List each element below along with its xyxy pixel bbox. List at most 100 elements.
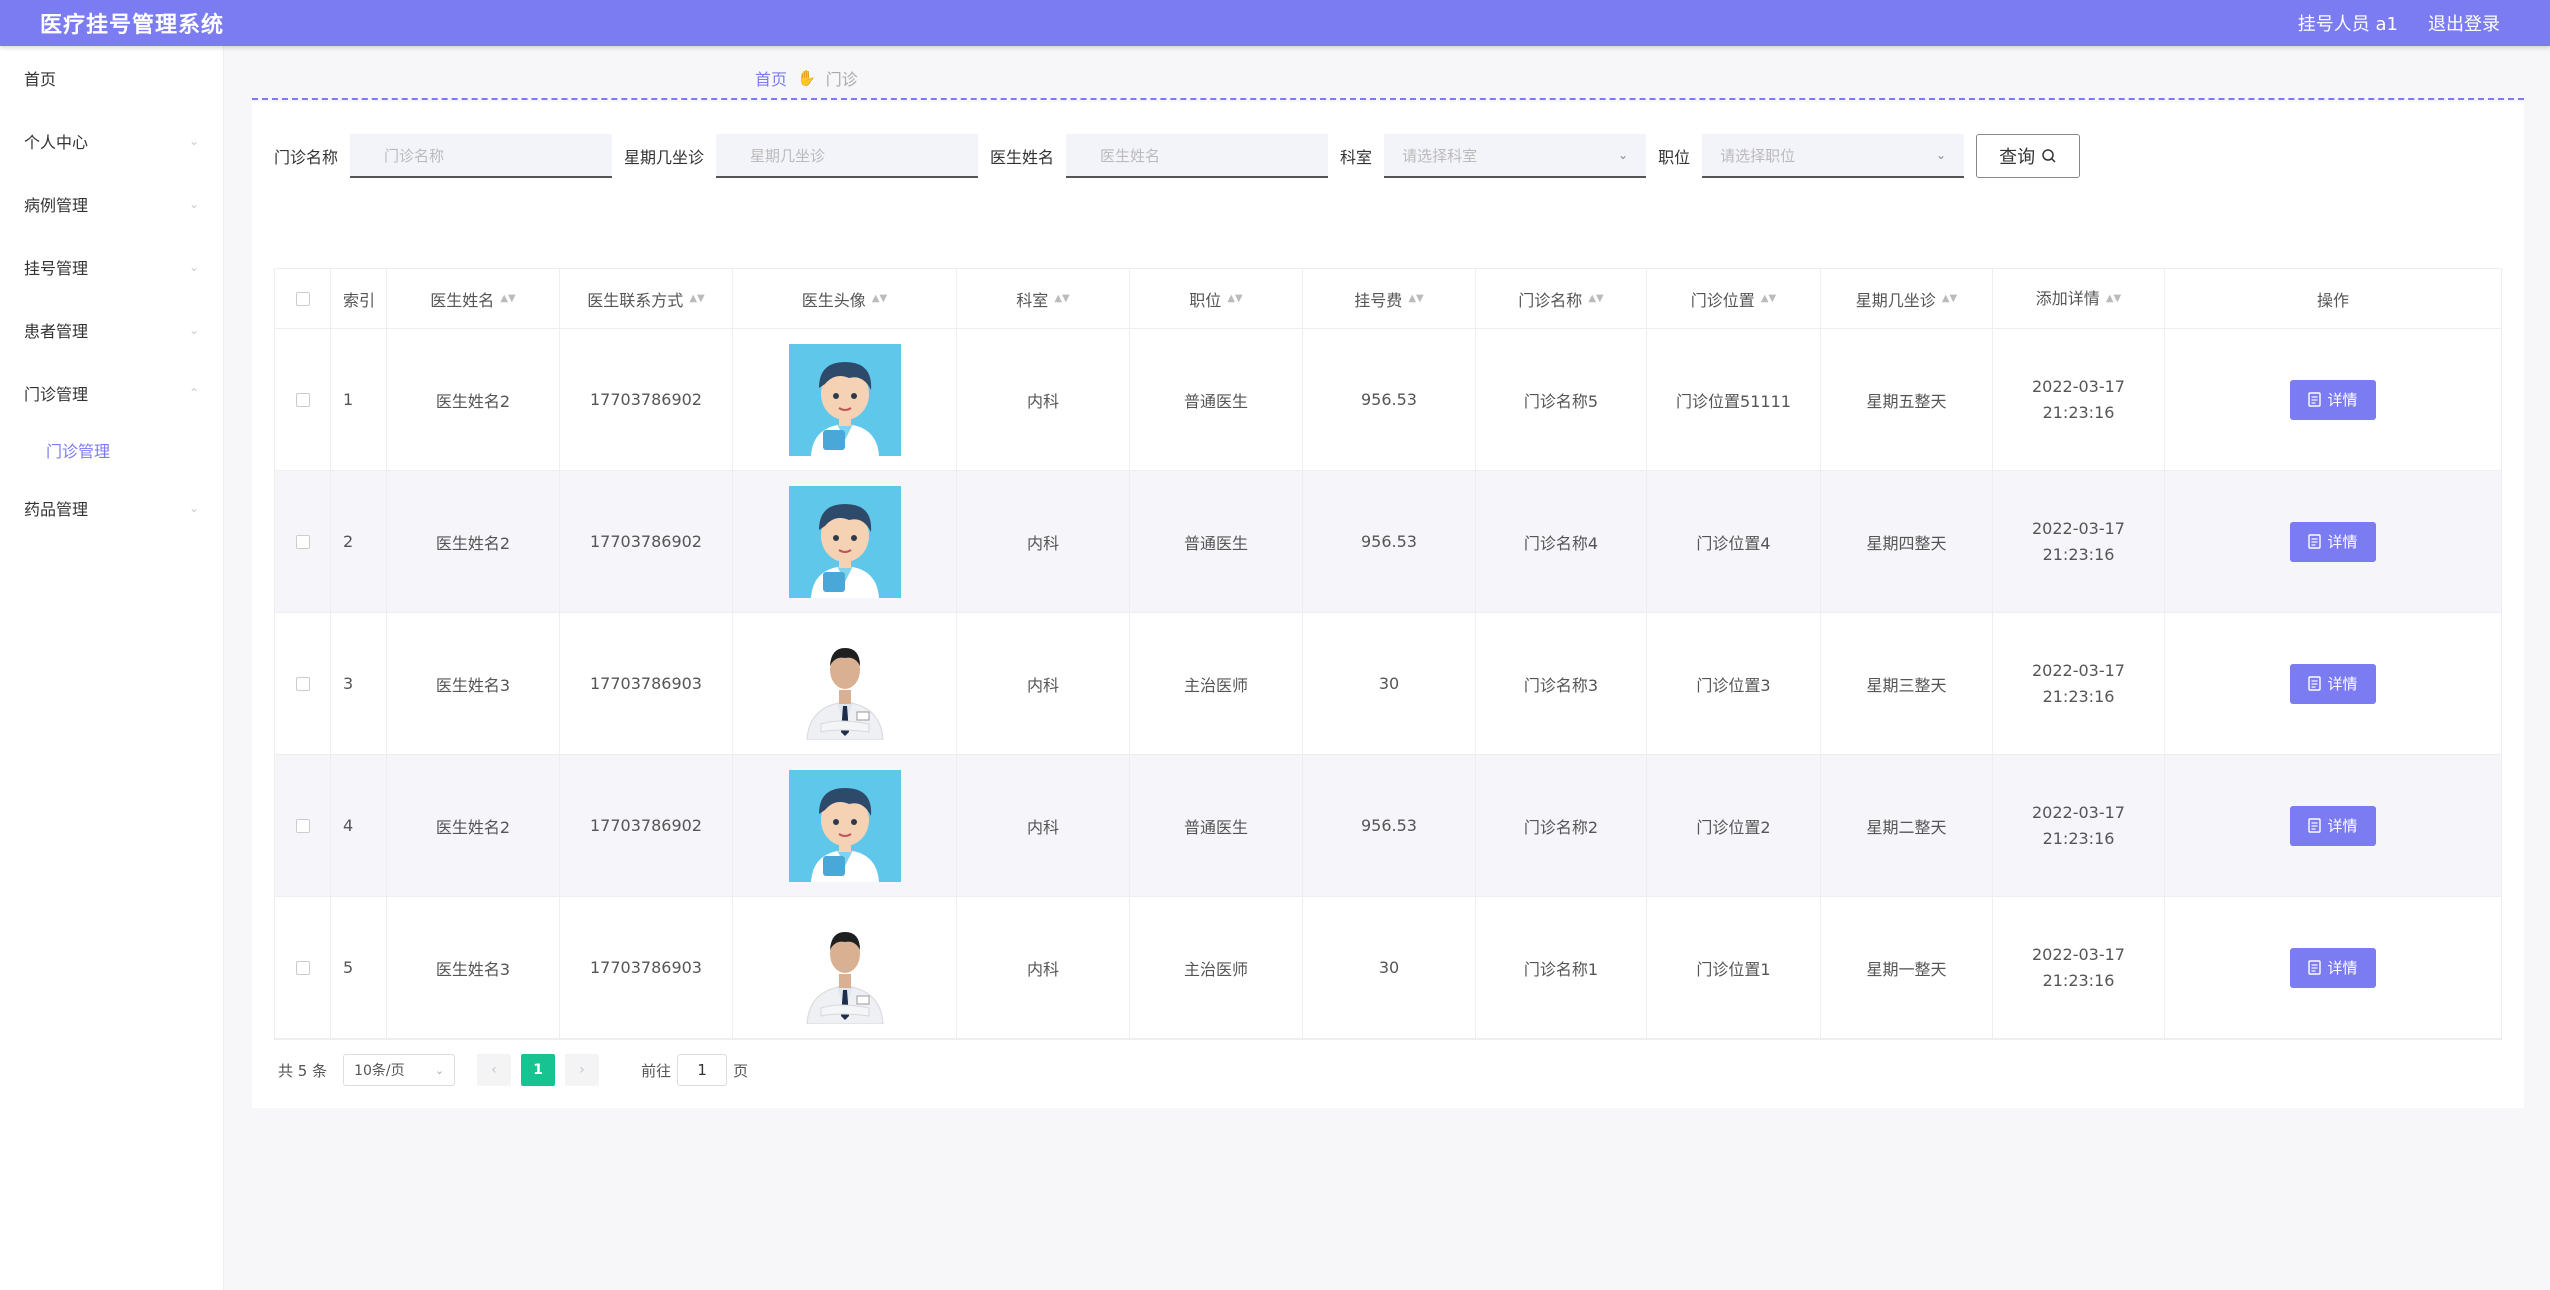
header-avatar[interactable]: 医生头像 ▲▼ [733,269,957,328]
cell-weekday: 星期二整天 [1821,755,1993,896]
row-checkbox[interactable] [295,818,310,833]
header-name[interactable]: 医生姓名 ▲▼ [387,269,560,328]
sort-icon[interactable]: ▲▼ [689,293,704,304]
cell-index: 2 [331,471,387,612]
doctor-avatar [788,343,901,456]
cell-fee: 30 [1303,613,1476,754]
sort-icon[interactable]: ▲▼ [1942,293,1957,304]
doctor-name-placeholder: 医生姓名 [1100,146,1161,165]
detail-button[interactable]: 详情 [2290,947,2376,988]
cell-avatar [733,329,957,470]
sidebar-item-case-management[interactable]: 病例管理 ⌄ [0,172,223,235]
clinic-name-input[interactable]: 门诊名称 [350,134,613,178]
cell-operation: 详情 [2165,471,2501,612]
row-checkbox[interactable] [295,534,310,549]
query-button[interactable]: 查询 [1976,134,2081,178]
position-placeholder: 请选择职位 [1720,146,1796,165]
cell-position: 普通医生 [1130,471,1303,612]
chevron-down-icon: ⌄ [188,196,199,211]
header-weekday[interactable]: 星期几坐诊 ▲▼ [1821,269,1993,328]
doctor-name-label: 医生姓名 [990,148,1055,167]
sidebar-item-clinic-management[interactable]: 门诊管理 ⌃ [0,361,223,424]
header-clinic-name-label: 门诊名称 [1518,290,1583,310]
header-clinic-name[interactable]: 门诊名称 ▲▼ [1476,269,1647,328]
header-clinic-position[interactable]: 门诊位置 ▲▼ [1647,269,1821,328]
cell-added: 2022-03-17 21:23:16 [1993,897,2165,1038]
breadcrumb-home[interactable]: 首页 [755,66,787,90]
cell-position: 普通医生 [1130,755,1303,896]
cell-clinic-name: 门诊名称3 [1476,613,1647,754]
detail-button[interactable]: 详情 [2290,805,2376,846]
row-checkbox[interactable] [295,960,310,975]
header-dept[interactable]: 科室 ▲▼ [957,269,1130,328]
sort-icon[interactable]: ▲▼ [1227,293,1242,304]
detail-label: 详情 [2327,391,2358,409]
cell-clinic-name: 门诊名称1 [1476,897,1647,1038]
goto-page-input[interactable]: 1 [677,1054,728,1086]
sort-icon[interactable]: ▲▼ [1408,293,1423,304]
logout-button[interactable]: 退出登录 [2428,10,2500,36]
sort-icon[interactable]: ▲▼ [1588,293,1603,304]
position-select[interactable]: 请选择职位 ⌄ [1702,134,1965,178]
sort-icon[interactable]: ▲▼ [2106,286,2121,312]
detail-button[interactable]: 详情 [2290,521,2376,562]
cell-weekday: 星期四整天 [1821,471,1993,612]
row-checkbox-cell [275,329,331,470]
breadcrumb-divider [252,98,2524,100]
sort-icon[interactable]: ▲▼ [500,293,515,304]
detail-button[interactable]: 详情 [2290,663,2376,704]
header-position[interactable]: 职位 ▲▼ [1130,269,1303,328]
dept-select[interactable]: 请选择科室 ⌄ [1384,134,1647,178]
sidebar-item-drug-management[interactable]: 药品管理 ⌄ [0,476,223,539]
user-label[interactable]: 挂号人员 a1 [2298,10,2398,36]
page-number-current[interactable]: 1 [521,1054,556,1086]
doctor-name-input[interactable]: 医生姓名 [1066,134,1329,178]
sort-icon[interactable]: ▲▼ [1761,293,1776,304]
cell-dept: 内科 [957,613,1130,754]
sort-icon[interactable]: ▲▼ [1054,293,1069,304]
sidebar-item-personal-center[interactable]: 个人中心 ⌄ [0,109,223,172]
cell-clinic-name: 门诊名称2 [1476,755,1647,896]
search-bar: 门诊名称 门诊名称 星期几坐诊 星期几坐诊 医生姓名 医生姓名 科室 请选择科室… [274,134,2081,178]
weekday-input[interactable]: 星期几坐诊 [716,134,979,178]
header-operation-label: 操作 [2316,290,2349,310]
detail-button[interactable]: 详情 [2290,379,2376,420]
header-phone[interactable]: 医生联系方式 ▲▼ [560,269,733,328]
hand-icon: ✋ [797,69,816,87]
page-size-select[interactable]: 10条/页 ⌄ [343,1054,456,1086]
detail-label: 详情 [2327,817,2358,835]
next-page-button[interactable]: › [565,1054,600,1086]
table-row: 1 医生姓名2 17703786902 内科 普通医生 956.53 门诊名称5… [275,329,2501,471]
row-checkbox[interactable] [295,676,310,691]
prev-page-button[interactable]: ‹ [477,1054,512,1086]
sort-icon[interactable]: ▲▼ [872,293,887,304]
select-all-checkbox[interactable] [295,291,310,306]
cell-weekday: 星期五整天 [1821,329,1993,470]
cell-phone: 17703786902 [560,755,733,896]
total-count: 共 5 条 [278,1061,328,1080]
sidebar-subitem-clinic-management[interactable]: 门诊管理 [0,424,223,476]
cell-position: 主治医师 [1130,613,1303,754]
cell-added: 2022-03-17 21:23:16 [1993,329,2165,470]
cell-index: 5 [331,897,387,1038]
cell-phone: 17703786903 [560,897,733,1038]
header-added[interactable]: 添加详情 ▲▼ [1993,269,2165,328]
cell-added: 2022-03-17 21:23:16 [1993,613,2165,754]
cell-added: 2022-03-17 21:23:16 [1993,755,2165,896]
header-position-label: 职位 [1189,290,1222,310]
sidebar-item-home[interactable]: 首页 [0,46,223,109]
row-checkbox[interactable] [295,392,310,407]
cell-phone: 17703786903 [560,613,733,754]
header-name-label: 医生姓名 [430,290,495,310]
sidebar-item-patient-management[interactable]: 患者管理 ⌄ [0,298,223,361]
page-suffix: 页 [733,1061,749,1080]
header-index: 索引 [331,269,387,328]
header-fee[interactable]: 挂号费 ▲▼ [1303,269,1476,328]
row-checkbox-cell [275,897,331,1038]
top-bar: 医疗挂号管理系统 挂号人员 a1 退出登录 [0,0,2550,46]
cell-doctor-name: 医生姓名3 [387,897,560,1038]
sidebar-item-registration-management[interactable]: 挂号管理 ⌄ [0,235,223,298]
clinic-table: 索引 医生姓名 ▲▼ 医生联系方式 ▲▼ 医生头像 ▲▼ 科室 ▲▼ 职位 ▲▼ 挂号费 ▲… [274,268,2502,1040]
detail-label: 详情 [2327,675,2358,693]
cell-fee: 956.53 [1303,329,1476,470]
